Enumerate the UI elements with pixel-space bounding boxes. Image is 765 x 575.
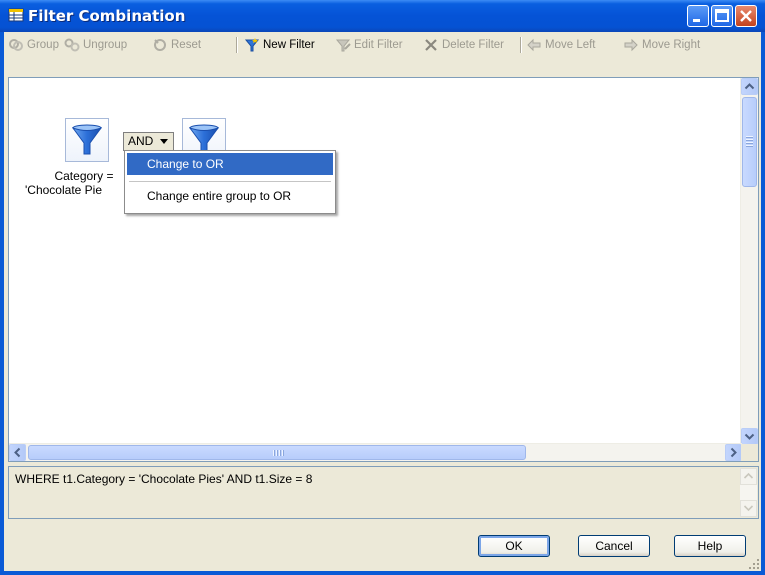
maximize-icon <box>715 9 729 22</box>
toolbar-separator <box>520 37 522 53</box>
edit-filter-icon <box>335 39 351 52</box>
reset-icon <box>154 39 166 51</box>
chevron-left-icon <box>14 447 21 458</box>
move-left-button[interactable]: Move Left <box>526 37 596 53</box>
arrow-left-icon <box>527 38 541 52</box>
dropdown-arrow-icon <box>160 139 168 144</box>
move-left-label: Move Left <box>545 39 596 51</box>
minimize-icon <box>693 19 700 22</box>
scroll-right-button[interactable] <box>725 444 742 461</box>
close-icon <box>740 10 752 22</box>
scrollbar-corner <box>741 444 758 461</box>
arrow-right-icon <box>624 38 638 52</box>
new-filter-button[interactable]: New Filter <box>244 37 315 53</box>
ok-button[interactable]: OK <box>478 535 550 557</box>
sql-preview: WHERE t1.Category = 'Chocolate Pies' AND… <box>8 466 759 519</box>
help-button[interactable]: Help <box>674 535 746 557</box>
edit-filter-label: Edit Filter <box>354 39 403 51</box>
sql-scrollbar <box>740 468 757 517</box>
ungroup-icon <box>64 38 80 52</box>
filter-canvas[interactable]: Category = 'Chocolate Pie AND Change to … <box>8 77 759 462</box>
chevron-up-icon <box>744 83 755 90</box>
funnel-icon <box>72 124 102 155</box>
window-title: Filter Combination <box>28 7 186 25</box>
delete-icon <box>425 39 437 51</box>
reset-label: Reset <box>171 39 202 51</box>
app-icon <box>8 7 24 23</box>
chevron-right-icon <box>730 447 737 458</box>
ungroup-button[interactable]: Ungroup <box>64 37 127 53</box>
menu-separator <box>129 181 331 182</box>
reset-button[interactable]: Reset <box>152 37 201 53</box>
sql-text: WHERE t1.Category = 'Chocolate Pies' AND… <box>15 472 313 486</box>
scroll-up-button[interactable] <box>741 78 758 95</box>
cancel-button[interactable]: Cancel <box>578 535 650 557</box>
minimize-button[interactable] <box>687 5 709 27</box>
edit-filter-button[interactable]: Edit Filter <box>335 37 403 53</box>
group-icon <box>9 39 23 51</box>
operator-dropdown[interactable]: AND <box>123 132 174 151</box>
new-filter-label: New Filter <box>263 39 315 51</box>
menu-item-change-to-or[interactable]: Change to OR <box>127 153 333 175</box>
group-label: Group <box>27 39 59 51</box>
move-right-button[interactable]: Move Right <box>623 37 700 53</box>
vertical-scroll-thumb[interactable] <box>742 97 757 187</box>
maximize-button[interactable] <box>711 5 733 27</box>
scroll-down-button[interactable] <box>741 428 758 445</box>
group-button[interactable]: Group <box>8 37 59 53</box>
dialog-client-area: Group Ungroup Reset New Filter Edit Filt… <box>4 32 761 571</box>
title-bar[interactable]: Filter Combination <box>0 0 765 32</box>
scroll-left-button[interactable] <box>9 444 26 461</box>
delete-filter-label: Delete Filter <box>442 39 504 51</box>
delete-filter-button[interactable]: Delete Filter <box>423 37 504 53</box>
operator-context-menu: Change to OR Change entire group to OR <box>124 150 336 214</box>
horizontal-scrollbar[interactable] <box>9 443 742 461</box>
toolbar-separator <box>236 37 238 53</box>
ungroup-label: Ungroup <box>83 39 128 51</box>
filter-node-category[interactable] <box>65 118 109 162</box>
filter-node-label-line2: 'Chocolate Pie <box>25 183 103 197</box>
disabled-scroll-arrows-icon <box>740 468 757 517</box>
filter-combination-window: Filter Combination Group Ungroup Reset N… <box>0 0 765 575</box>
resize-grip-icon[interactable] <box>749 559 759 569</box>
move-right-label: Move Right <box>642 39 701 51</box>
filter-node-label-line1: Category = <box>54 169 114 183</box>
operator-label: AND <box>128 134 154 148</box>
menu-item-change-group-to-or[interactable]: Change entire group to OR <box>127 185 333 207</box>
horizontal-scroll-thumb[interactable] <box>28 445 526 460</box>
vertical-scrollbar[interactable] <box>740 78 758 445</box>
toolbar: Group Ungroup Reset New Filter Edit Filt… <box>4 32 761 58</box>
close-button[interactable] <box>735 5 757 27</box>
chevron-down-icon <box>744 433 755 440</box>
new-filter-icon <box>244 38 260 52</box>
